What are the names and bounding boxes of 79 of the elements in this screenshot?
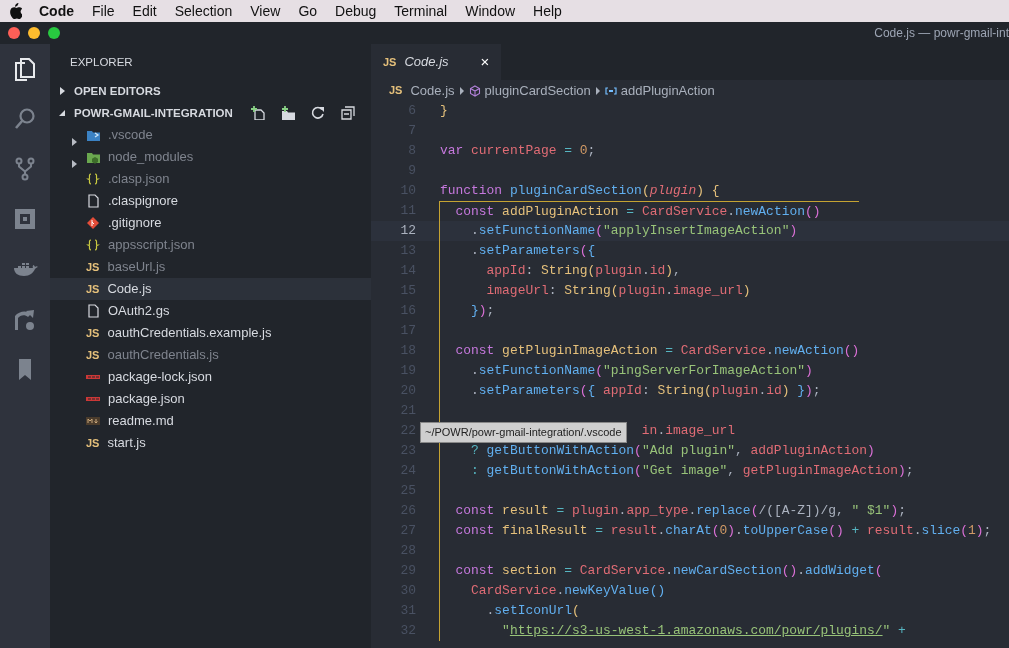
collapsed-caret-icon[interactable] xyxy=(58,87,66,95)
collapsed-caret-icon[interactable] xyxy=(70,137,78,146)
menu-item[interactable]: Selection xyxy=(165,0,242,22)
files-icon[interactable] xyxy=(12,56,38,82)
folder-icon xyxy=(86,128,100,142)
breadcrumb-item[interactable]: pluginCardSection xyxy=(468,80,591,101)
section-header[interactable]: POWR-GMAIL-INTEGRATION xyxy=(74,102,233,124)
breadcrumb-item[interactable]: addPluginAction xyxy=(604,80,715,101)
code-line: : getButtonWithAction("Get image", getPluginImageAction); xyxy=(439,461,914,481)
code-line: const section = CardService.newCardSection().addWidget( xyxy=(439,561,883,581)
chevron-icon xyxy=(458,86,465,95)
code-line: const finalResult = result.charAt(0).toUpperCase() + result.slice(1); xyxy=(439,521,992,541)
code-line: .setParameters({ xyxy=(439,241,596,261)
file-tree-item[interactable]: JS baseUrl.js xyxy=(50,256,371,278)
editor-tab[interactable]: JS Code.js × xyxy=(371,44,502,80)
code-line: imageUrl: String(plugin.image_url) xyxy=(439,281,751,301)
code-line: var currentPage = 0; xyxy=(440,142,596,160)
menu-item[interactable]: Go xyxy=(289,0,327,22)
code-line: "https://s3-us-west-1.amazonaws.com/powr/plugins/" + xyxy=(439,621,906,641)
breadcrumb-item[interactable]: JS Code.js xyxy=(389,80,455,101)
window-title: Code.js — powr-gmail-int xyxy=(874,25,1009,42)
file-tree-item[interactable]: .gitignore xyxy=(50,212,371,234)
folder-icon xyxy=(86,150,100,164)
file-tree-item[interactable]: readme.md xyxy=(50,410,371,432)
braces-icon xyxy=(86,238,100,252)
code-line: function pluginCardSection(plugin) { xyxy=(440,182,720,200)
file-icon xyxy=(86,194,100,208)
code-line: } xyxy=(440,102,448,120)
line-number: 12 xyxy=(399,222,416,241)
menu-item[interactable]: File xyxy=(83,0,124,22)
variable-icon xyxy=(604,84,617,97)
code-line: CardService.newKeyValue() xyxy=(439,581,666,601)
minimize-window-button[interactable] xyxy=(28,27,40,39)
menu-item[interactable]: Edit xyxy=(123,0,166,22)
code-line: }); xyxy=(439,301,495,321)
file-tree-item[interactable]: JS Code.js xyxy=(50,278,371,300)
code-line: .setFunctionName("pingServerForImageAction") xyxy=(439,361,813,381)
close-window-button[interactable] xyxy=(8,27,20,39)
menu-item[interactable]: Terminal xyxy=(385,0,457,22)
cube-icon xyxy=(468,84,481,97)
apple-logo-icon[interactable] xyxy=(8,3,22,19)
file-tree-item[interactable]: JS oauthCredentials.js xyxy=(50,344,371,366)
braces-icon xyxy=(86,172,100,186)
file-tree-item[interactable]: package-lock.json xyxy=(50,366,371,388)
chevron-icon xyxy=(594,86,601,95)
file-tree-item[interactable]: OAuth2.gs xyxy=(50,300,371,322)
section-header[interactable]: OPEN EDITORS xyxy=(74,80,161,102)
new-folder-icon[interactable] xyxy=(281,106,295,120)
code-line: .setIconUrl( xyxy=(439,601,580,621)
zoom-window-button[interactable] xyxy=(48,27,60,39)
new-file-icon[interactable] xyxy=(251,106,265,120)
file-tree-item[interactable]: JS start.js xyxy=(50,432,371,454)
menu-item[interactable]: Window xyxy=(456,0,525,22)
file-tree-item[interactable]: .clasp.json xyxy=(50,168,371,190)
file-tree-item[interactable]: .vscode xyxy=(50,124,371,146)
file-tree-item[interactable]: .claspignore xyxy=(50,190,371,212)
file-tree-item[interactable]: package.json xyxy=(50,388,371,410)
code-line: const result = plugin.app_type.replace(/([A-Z])/g, " $1"); xyxy=(439,501,906,521)
expanded-caret-icon[interactable] xyxy=(58,109,66,117)
file-icon xyxy=(86,304,100,318)
collapsed-caret-icon[interactable] xyxy=(70,159,78,168)
sidebar-title: EXPLORER xyxy=(69,55,134,70)
extensions-icon[interactable] xyxy=(12,206,38,232)
file-tree-item[interactable]: JS oauthCredentials.example.js xyxy=(50,322,371,344)
menu-item[interactable]: Help xyxy=(524,0,571,22)
menu-item[interactable]: Debug xyxy=(326,0,386,22)
file-tree-item[interactable]: appsscript.json xyxy=(50,234,371,256)
refresh-icon[interactable] xyxy=(311,106,325,120)
code-line: ? getButtonWithAction("Add plugin", addPluginAction) xyxy=(439,441,875,461)
app-menu[interactable]: Code xyxy=(30,0,83,22)
file-tree-item[interactable]: node_modules xyxy=(50,146,371,168)
markdown-icon xyxy=(86,414,100,428)
path-tooltip: ~/POWR/powr-gmail-integration/.vscode xyxy=(420,422,627,443)
code-line: appId: String(plugin.id), xyxy=(439,261,681,281)
menu-item[interactable]: View xyxy=(241,0,290,22)
code-line: .setParameters({ appId: String(plugin.id) }); xyxy=(439,381,821,401)
collapse-all-icon[interactable] xyxy=(341,106,355,120)
code-line: const getPluginImageAction = CardService.newAction() xyxy=(439,341,860,361)
diamond-icon xyxy=(86,216,100,230)
